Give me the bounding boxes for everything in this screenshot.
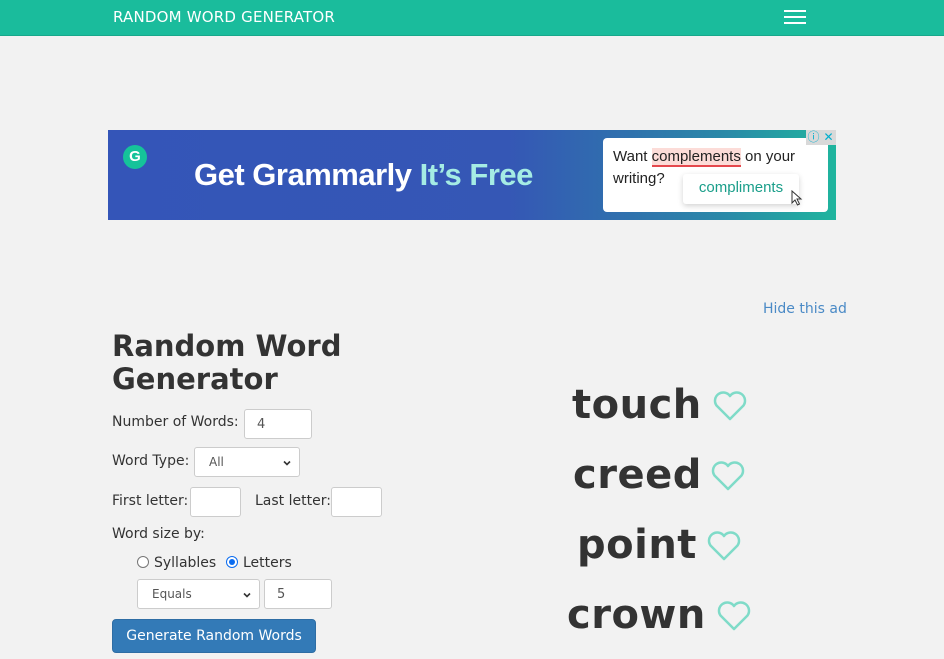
- word-size-label: Word size by:: [112, 526, 205, 542]
- ad-suggestion-chip: compliments: [683, 174, 799, 204]
- first-letter-input[interactable]: [190, 487, 241, 517]
- syllables-label: Syllables: [154, 555, 217, 571]
- first-letter-label: First letter:: [112, 493, 189, 509]
- heart-icon[interactable]: [716, 600, 752, 632]
- ad-headline-accent: It’s Free: [419, 157, 534, 192]
- brand-link[interactable]: RANDOM WORD GENERATOR: [113, 8, 335, 26]
- word-type-label: Word Type:: [112, 453, 190, 469]
- word-text: touch: [572, 382, 702, 428]
- grammarly-logo-icon: G: [123, 145, 147, 169]
- size-comparison-select[interactable]: Equals: [137, 579, 260, 609]
- heart-icon[interactable]: [710, 460, 746, 492]
- size-comparison-selected: Equals: [152, 587, 192, 601]
- generate-button[interactable]: Generate Random Words: [112, 619, 316, 653]
- letters-radio[interactable]: [226, 556, 238, 568]
- mouse-cursor-icon: [791, 190, 803, 206]
- word-type-selected: All: [209, 455, 224, 469]
- size-value-input[interactable]: [264, 579, 332, 609]
- word-type-select[interactable]: All: [194, 447, 300, 477]
- advertisement-banner[interactable]: G Get Grammarly It’s Free Want complemen…: [108, 130, 836, 220]
- last-letter-label: Last letter:: [255, 493, 331, 509]
- chevron-down-icon: [283, 460, 291, 466]
- top-navbar: RANDOM WORD GENERATOR: [0, 0, 944, 36]
- ad-suggestion-card: Want complements on your writing? compli…: [603, 138, 828, 212]
- letters-label: Letters: [243, 555, 292, 571]
- word-text: point: [577, 522, 697, 568]
- number-of-words-input[interactable]: [244, 409, 312, 439]
- ad-close-icon[interactable]: ✕: [821, 130, 836, 145]
- hamburger-icon[interactable]: [784, 9, 806, 25]
- number-of-words-label: Number of Words:: [112, 414, 239, 430]
- last-letter-input[interactable]: [331, 487, 382, 517]
- hide-ad-link[interactable]: Hide this ad: [763, 301, 847, 317]
- chevron-down-icon: [243, 592, 251, 598]
- heart-icon[interactable]: [712, 390, 748, 422]
- syllables-radio[interactable]: [137, 556, 149, 568]
- ad-controls: ⓘ ✕: [806, 130, 836, 145]
- ad-info-icon[interactable]: ⓘ: [806, 130, 821, 145]
- ad-headline: Get Grammarly It’s Free: [194, 157, 533, 193]
- heart-icon[interactable]: [706, 530, 742, 562]
- ad-headline-main: Get Grammarly: [194, 157, 412, 192]
- word-text: crown: [567, 592, 706, 638]
- ad-card-text-before: Want: [613, 148, 648, 165]
- ad-misspelled-word: complements: [651, 148, 741, 167]
- page-title: Random Word Generator: [112, 329, 342, 396]
- word-text: creed: [573, 452, 702, 498]
